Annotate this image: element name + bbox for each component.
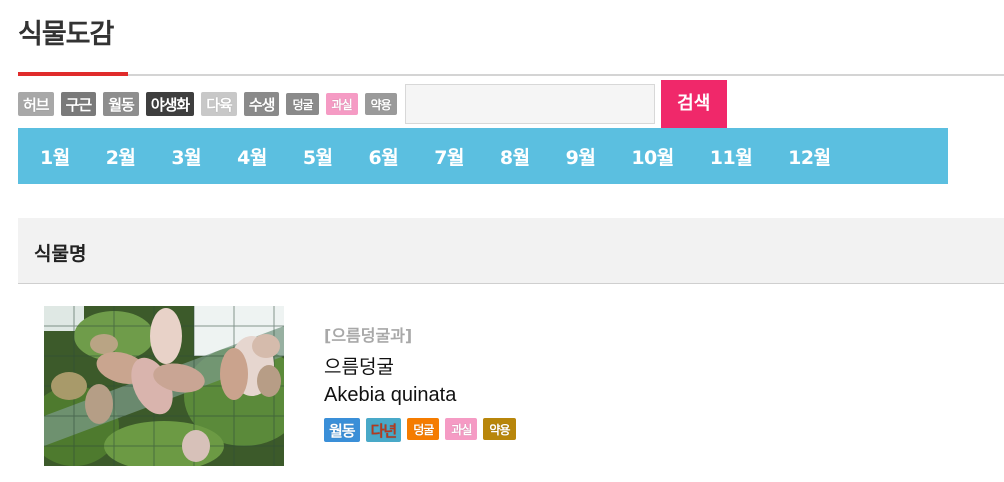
- month-link-1[interactable]: 1월: [40, 143, 70, 170]
- month-link-9[interactable]: 9월: [566, 143, 596, 170]
- plant-photo[interactable]: [44, 306, 284, 466]
- filter-bar: 허브 구근 월동 야생화 다육 수생 덩굴 과실 약용 검색: [18, 80, 727, 128]
- title-divider: [18, 74, 1004, 76]
- month-link-8[interactable]: 8월: [500, 143, 530, 170]
- month-link-5[interactable]: 5월: [303, 143, 333, 170]
- title-accent-bar: [18, 72, 128, 76]
- month-link-12[interactable]: 12월: [788, 143, 831, 170]
- month-link-7[interactable]: 7월: [434, 143, 464, 170]
- month-link-2[interactable]: 2월: [106, 143, 136, 170]
- plant-name-korean[interactable]: 으름덩굴: [324, 352, 724, 382]
- plant-tag-medicinal[interactable]: 약용: [483, 418, 516, 440]
- month-link-11[interactable]: 11월: [710, 143, 753, 170]
- filter-tag-medicinal[interactable]: 약용: [364, 93, 397, 115]
- plant-tag-fruit[interactable]: 과실: [445, 418, 478, 440]
- month-link-4[interactable]: 4월: [237, 143, 267, 170]
- search-input[interactable]: [404, 84, 655, 124]
- month-link-3[interactable]: 3월: [171, 143, 201, 170]
- section-header: 식물명: [18, 218, 1004, 284]
- filter-tag-succulent[interactable]: 다육: [201, 92, 237, 116]
- plant-tag-overwinter[interactable]: 월동: [324, 418, 360, 442]
- filter-tag-wildflower[interactable]: 야생화: [145, 92, 195, 116]
- plant-name-scientific[interactable]: Akebia quinata: [324, 384, 724, 414]
- filter-tag-vine[interactable]: 덩굴: [286, 93, 319, 115]
- month-link-6[interactable]: 6월: [369, 143, 399, 170]
- search-button[interactable]: 검색: [660, 80, 727, 128]
- month-nav: 1월 2월 3월 4월 5월 6월 7월 8월 9월 10월 11월 12월: [18, 128, 948, 184]
- filter-tag-overwinter[interactable]: 월동: [103, 92, 139, 116]
- plant-family: [으름덩굴과]: [324, 326, 413, 345]
- plant-info: [으름덩굴과] 으름덩굴 Akebia quinata 월동 다년 덩굴 과실 …: [324, 322, 724, 442]
- plant-tag-perennial[interactable]: 다년: [365, 418, 402, 442]
- plant-tag-vine[interactable]: 덩굴: [407, 418, 440, 440]
- filter-tag-aquatic[interactable]: 수생: [243, 92, 280, 116]
- section-title: 식물명: [34, 243, 87, 265]
- plant-tags: 월동 다년 덩굴 과실 약용: [324, 418, 724, 442]
- filter-tag-herb[interactable]: 허브: [18, 92, 54, 116]
- month-link-10[interactable]: 10월: [631, 143, 674, 170]
- filter-tag-bulb[interactable]: 구근: [60, 92, 97, 116]
- filter-tag-fruit[interactable]: 과실: [325, 93, 358, 115]
- page-title: 식물도감: [18, 19, 114, 50]
